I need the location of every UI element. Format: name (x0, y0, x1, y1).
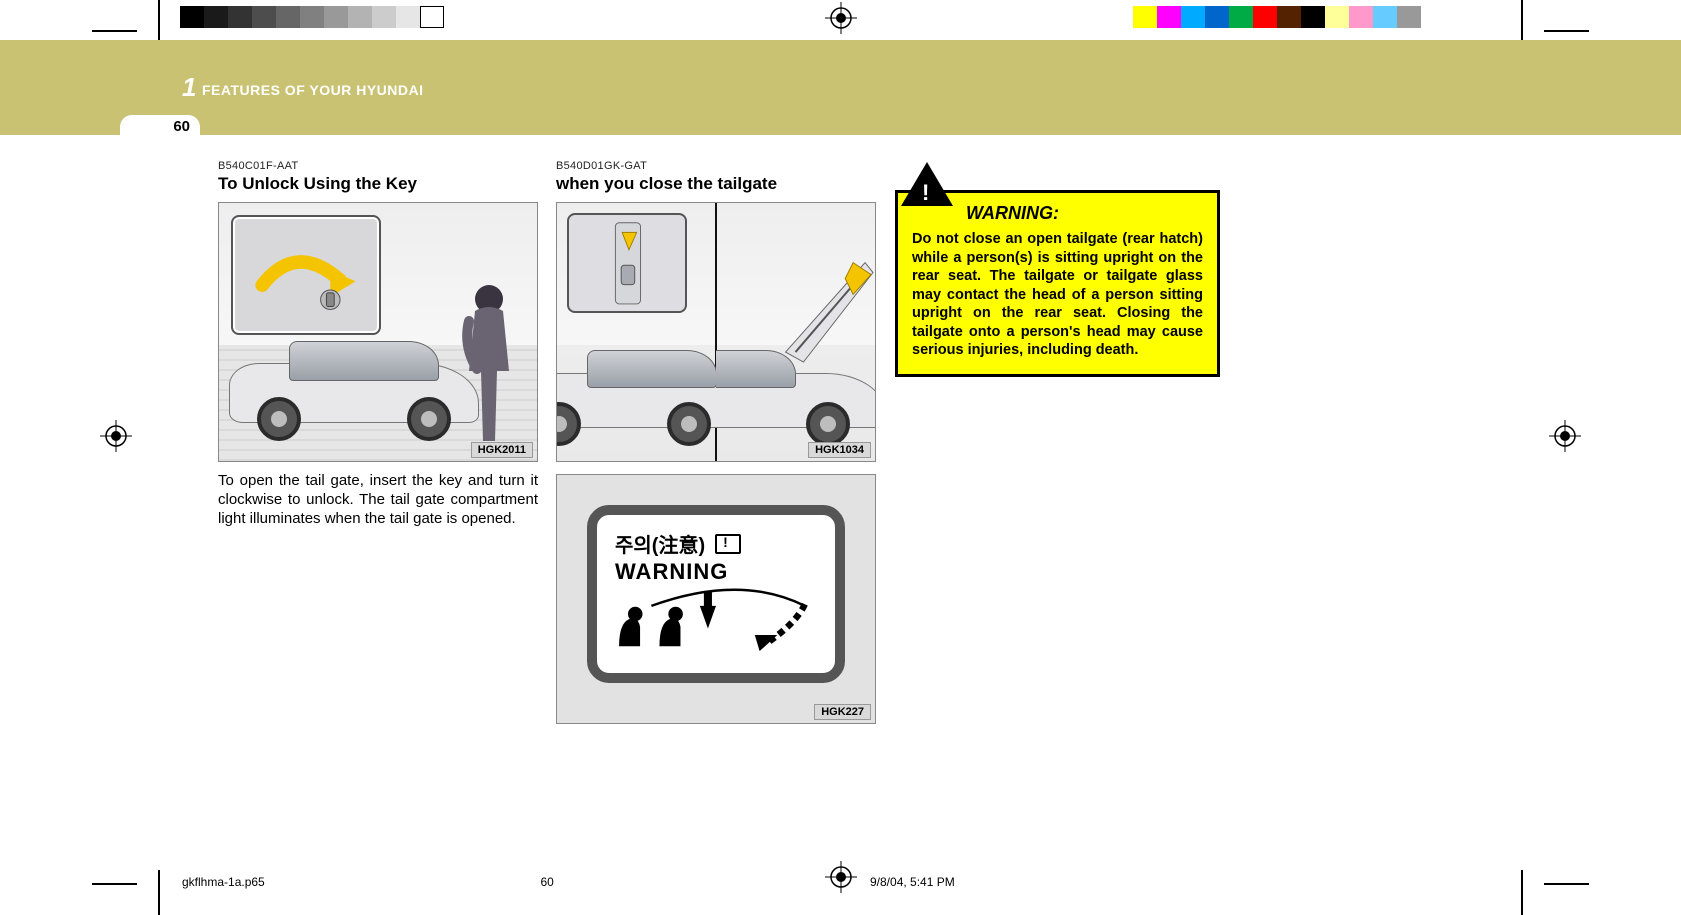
crop-mark-icon (158, 870, 160, 915)
process-colorbar (1133, 6, 1421, 28)
figure-close-tailgate-split: HGK1034 (556, 202, 876, 462)
figure-reference: HGK2011 (471, 442, 533, 458)
warning-body: Do not close an open tailgate (rear hatc… (912, 230, 1203, 360)
registration-target-icon (825, 2, 857, 34)
crop-mark-icon (92, 883, 137, 885)
chapter-number: 1 (182, 72, 196, 103)
figure-unlock-key: HGK2011 (218, 202, 538, 462)
grayscale-colorbar (180, 6, 444, 28)
section-heading: To Unlock Using the Key (218, 174, 538, 194)
section-heading: when you close the tailgate (556, 174, 876, 194)
footer-filename: gkflhma-1a.p65 (182, 875, 265, 889)
inset-key-detail (231, 215, 381, 335)
page: 1 FEATURES OF YOUR HYUNDAI 60 B540C01F-A… (0, 0, 1681, 915)
section-code: B540C01F-AAT (218, 160, 538, 172)
figure-reference: HGK1034 (808, 442, 871, 458)
figure-reference: HGK227 (814, 704, 871, 720)
page-number-tab: 60 (120, 115, 200, 139)
crop-mark-icon (1544, 883, 1589, 885)
crop-mark-icon (92, 30, 137, 32)
figure-warning-label: 주의(注意) WARNING (556, 474, 876, 724)
header: 1 FEATURES OF YOUR HYUNDAI (0, 40, 1681, 135)
body-text: To open the tail gate, insert the key an… (218, 472, 538, 528)
crop-mark-icon (1521, 870, 1523, 915)
warning-heading: WARNING: (966, 203, 1203, 224)
crop-mark-icon (1521, 0, 1523, 45)
column-3: ! WARNING: Do not close an open tailgate… (895, 160, 1220, 377)
warning-label-illustration (611, 573, 821, 663)
warning-label-korean: 주의(注意) (615, 529, 705, 558)
inset-striker-detail (567, 213, 687, 313)
section-code: B540D01GK-GAT (556, 160, 876, 172)
content: B540C01F-AAT To Unlock Using the Key (0, 150, 1681, 830)
footer-timestamp: 9/8/04, 5:41 PM (870, 875, 955, 889)
column-2: B540D01GK-GAT when you close the tailgat… (556, 160, 876, 724)
crop-mark-icon (158, 0, 160, 45)
registration-target-icon (825, 861, 857, 893)
chapter-title: FEATURES OF YOUR HYUNDAI (202, 82, 424, 98)
manual-booklet-icon (715, 534, 741, 554)
warning-callout: ! WARNING: Do not close an open tailgate… (895, 190, 1220, 377)
crop-mark-icon (1544, 30, 1589, 32)
column-1: B540C01F-AAT To Unlock Using the Key (218, 160, 538, 528)
warning-triangle-icon: ! (901, 162, 953, 206)
warning-label-plate: 주의(注意) WARNING (587, 505, 845, 683)
person-silhouette-icon (459, 281, 519, 451)
footer-page: 60 (541, 875, 554, 889)
